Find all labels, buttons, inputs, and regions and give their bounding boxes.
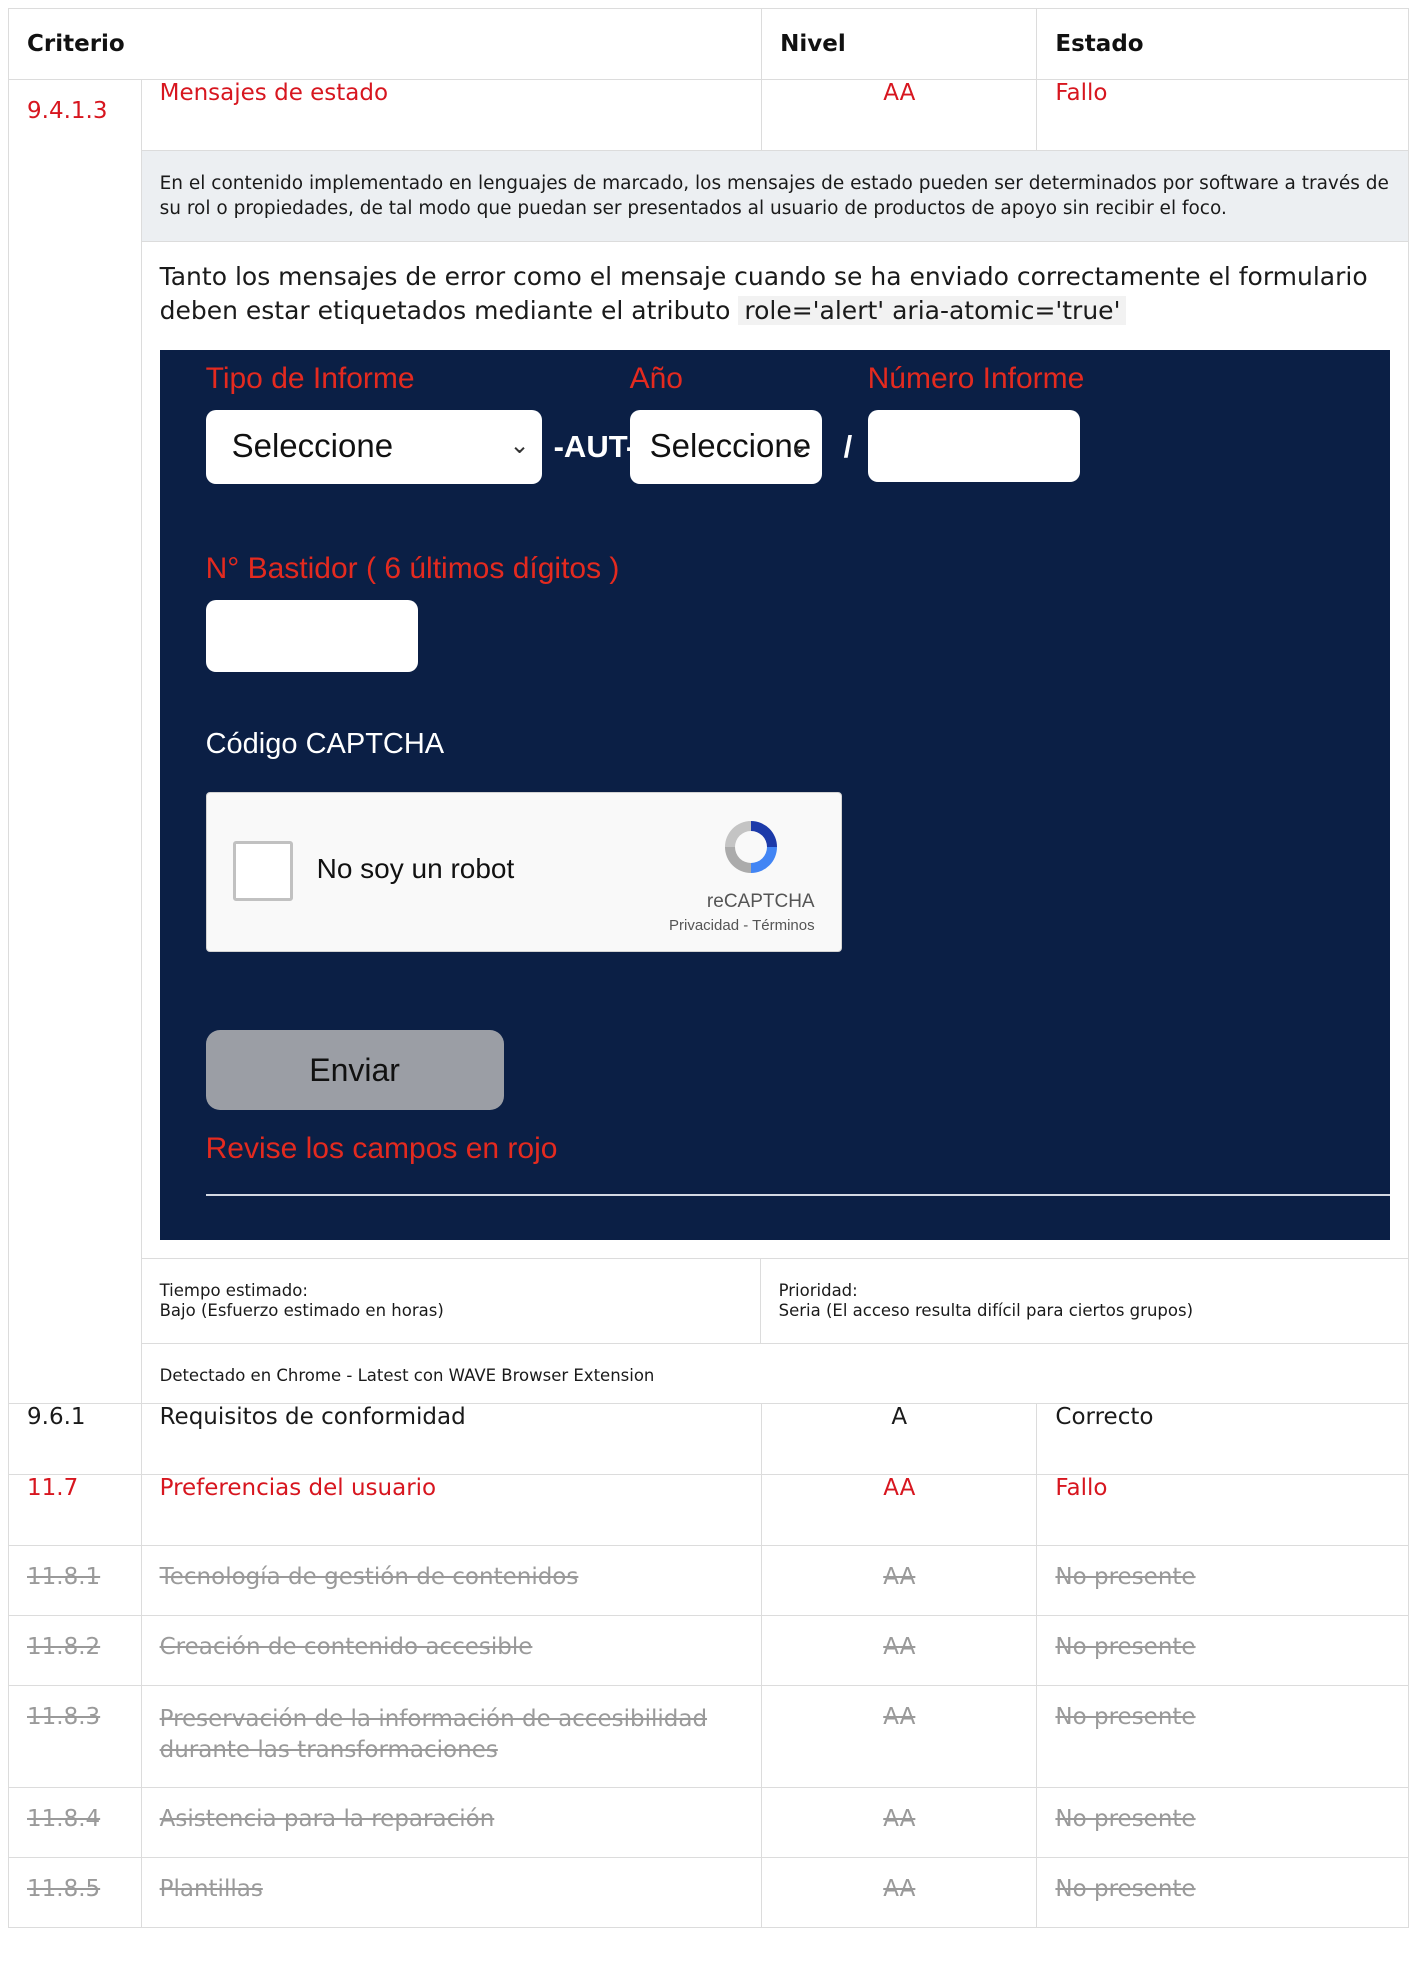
numero-informe-label: Número Informe [867, 362, 1085, 395]
criterion-status: Correcto [1036, 1403, 1409, 1475]
table-row: 11.8.4 Asistencia para la reparación AA … [8, 1787, 1409, 1858]
criterion-level: AA [761, 1545, 1038, 1616]
recaptcha-links[interactable]: Privacidad - Términos [669, 917, 815, 934]
bastidor-input[interactable] [205, 600, 418, 672]
recaptcha-widget: No soy un robot reCAPTCHA Privacidad - T… [205, 792, 842, 952]
criterion-name: Asistencia para la reparación [140, 1787, 763, 1858]
detected-in: Detectado en Chrome - Latest con WAVE Br… [141, 1343, 1408, 1403]
tipo-informe-label: Tipo de Informe [205, 362, 415, 395]
criterion-id: 9.6.1 [8, 1403, 142, 1475]
table-row: 11.7 Preferencias del usuario AA Fallo [8, 1474, 1409, 1546]
submit-button[interactable]: Enviar [205, 1030, 504, 1110]
priority-label: Prioridad: [778, 1281, 858, 1300]
chevron-down-icon: ⌄ [509, 432, 530, 459]
header-estado: Estado [1036, 8, 1409, 80]
criterion-id: 11.8.3 [8, 1685, 142, 1788]
criterion-status: Fallo [1036, 1474, 1409, 1546]
table-row: 9.6.1 Requisitos de conformidad A Correc… [8, 1403, 1409, 1475]
criteria-table: Criterio Nivel Estado 9.4.1.3 Mensajes d… [7, 8, 1410, 1928]
numero-informe-input[interactable] [867, 410, 1080, 482]
criterion-level: AA [761, 1787, 1038, 1858]
table-row: 11.8.5 Plantillas AA No presente [8, 1857, 1409, 1928]
criterion-status: No presente [1036, 1615, 1409, 1686]
criterion-id: 11.8.1 [8, 1545, 142, 1616]
issue-explanation: Tanto los mensajes de error como el mens… [142, 242, 1408, 350]
criterion-id: 9.4.1.3 [8, 79, 142, 1404]
criterion-name: Mensajes de estado [140, 79, 763, 151]
aut-separator: -AUT- [553, 429, 637, 464]
criterion-status: No presente [1036, 1685, 1409, 1788]
robot-label: No soy un robot [316, 853, 515, 884]
criterion-status: No presente [1036, 1787, 1409, 1858]
criterion-name: Requisitos de conformidad [140, 1403, 763, 1475]
slash-separator: / [843, 429, 853, 464]
priority: Prioridad: Seria (El acceso resulta difíc… [761, 1259, 1211, 1343]
error-message: Revise los campos en rojo [205, 1132, 558, 1165]
criterion-id: 11.7 [8, 1474, 142, 1546]
criterion-level: AA [761, 1474, 1038, 1546]
criterion-name: Creación de contenido accesible [140, 1615, 763, 1686]
tipo-informe-select[interactable]: Seleccione ⌄ [205, 410, 542, 484]
criterion-name: Plantillas [140, 1857, 763, 1928]
form-screenshot: Tipo de Informe Año Número Informe Selec… [159, 350, 1390, 1240]
criterion-name: Tecnología de gestión de contenidos [140, 1545, 763, 1616]
criterion-status: Fallo [1036, 79, 1409, 151]
anio-label: Año [629, 362, 683, 395]
criterion-level: A [761, 1403, 1038, 1475]
divider [205, 1194, 1390, 1196]
header-criterio: Criterio [7, 8, 763, 80]
table-row: 11.8.2 Creación de contenido accesible A… [8, 1615, 1409, 1686]
chevron-down-icon: ⌄ [789, 432, 810, 459]
criterion-level: AA [761, 79, 1038, 151]
criterion-id: 11.8.2 [8, 1615, 142, 1686]
criterion-status: No presente [1036, 1857, 1409, 1928]
robot-checkbox[interactable] [232, 841, 293, 901]
captcha-label: Código CAPTCHA [205, 728, 445, 760]
anio-value: Seleccione [649, 427, 812, 464]
header-nivel: Nivel [761, 8, 1038, 80]
table-row: 11.8.3 Preservación de la información de… [8, 1685, 1409, 1788]
bastidor-label: N° Bastidor ( 6 últimos dígitos ) [205, 552, 620, 585]
table-row: 9.4.1.3 Mensajes de estado AA Fallo [8, 79, 1409, 1404]
criterion-level: AA [761, 1857, 1038, 1928]
criterion-description: En el contenido implementado en lenguaje… [141, 151, 1408, 242]
recaptcha-icon [724, 821, 777, 873]
issue-meta: Tiempo estimado: Bajo (Esfuerzo estimado … [141, 1258, 1408, 1343]
criterion-name: Preferencias del usuario [140, 1474, 763, 1546]
criterion-status: No presente [1036, 1545, 1409, 1616]
criterion-id: 11.8.5 [8, 1857, 142, 1928]
table-row: 11.8.1 Tecnología de gestión de contenid… [8, 1545, 1409, 1616]
criterion-level: AA [761, 1615, 1038, 1686]
criterion-level: AA [761, 1685, 1038, 1788]
criterion-detail: En el contenido implementado en lenguaje… [140, 150, 1410, 1404]
criterion-name: Preservación de la información de accesi… [140, 1685, 763, 1788]
estimated-time: Tiempo estimado: Bajo (Esfuerzo estimado … [142, 1259, 761, 1343]
criterion-id: 11.8.4 [8, 1787, 142, 1858]
code-snippet: role='alert' aria-atomic='true' [738, 296, 1127, 325]
recaptcha-brand: reCAPTCHA [706, 891, 815, 912]
time-value: Bajo (Esfuerzo estimado en horas) [159, 1301, 444, 1320]
priority-value: Seria (El acceso resulta difícil para ci… [778, 1301, 1194, 1320]
tipo-informe-value: Seleccione [231, 427, 394, 464]
anio-select[interactable]: Seleccione ⌄ [629, 410, 822, 484]
time-label: Tiempo estimado: [159, 1281, 308, 1300]
